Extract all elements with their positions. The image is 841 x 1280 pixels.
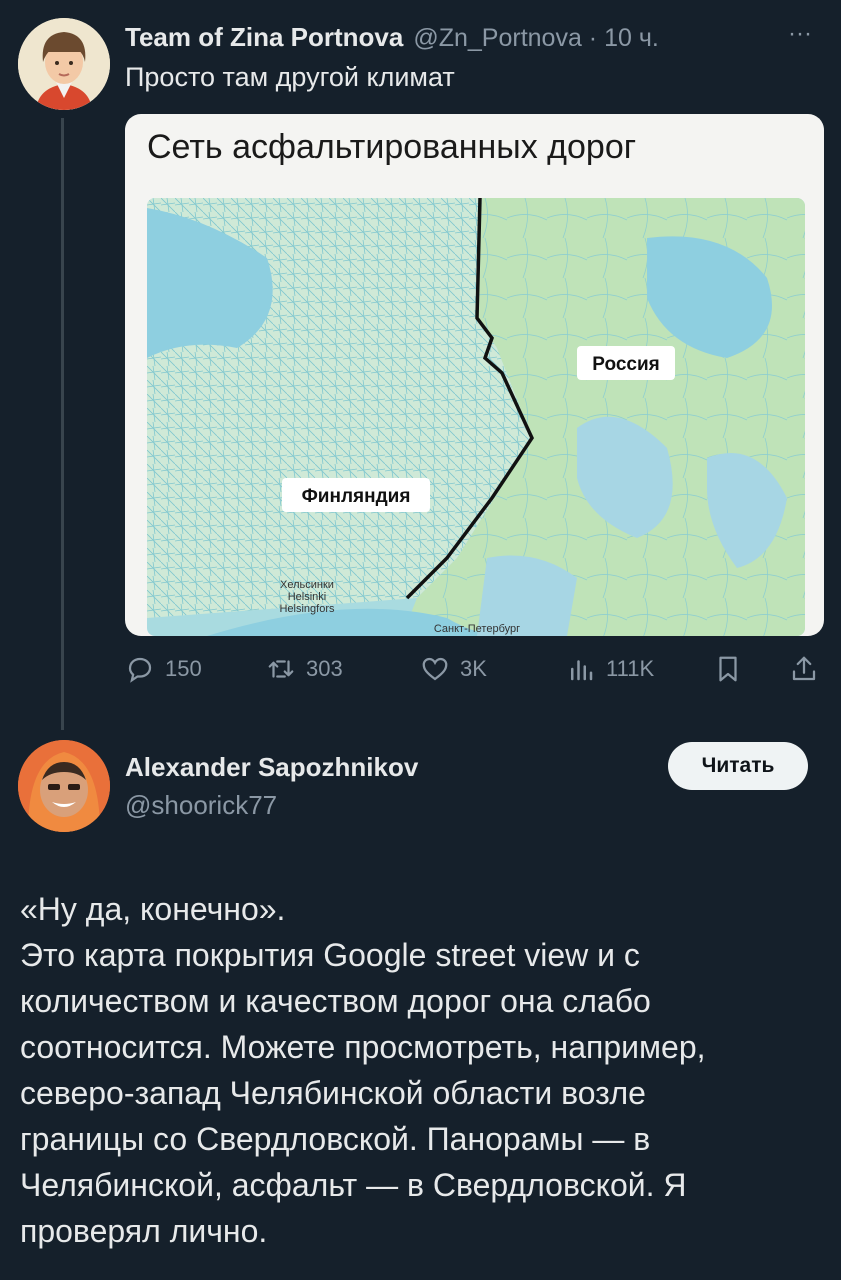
bookmark-icon bbox=[719, 656, 737, 682]
map-image: Россия Финляндия Хельсинки Helsinki Hels… bbox=[147, 198, 805, 636]
label-saint-petersburg: Санкт-Петербург bbox=[434, 623, 520, 635]
reply-line: соотносится. Можете просмотреть, наприме… bbox=[20, 1029, 706, 1065]
reply-line: Челябинской, асфальт — в Свердловской. Я bbox=[20, 1167, 687, 1203]
like-button[interactable]: 3K bbox=[420, 654, 487, 684]
tweet-text: Просто там другой климат bbox=[125, 62, 455, 92]
reply-count: 150 bbox=[165, 656, 202, 681]
label-helsinki-ru: Хельсинки bbox=[280, 579, 334, 591]
label-helsinki-sv: Helsingfors bbox=[279, 603, 335, 615]
share-icon bbox=[792, 656, 816, 681]
reply-line: границы со Свердловской. Панорамы — в bbox=[20, 1121, 651, 1157]
repost-icon bbox=[268, 660, 294, 678]
image-title: Сеть асфальтированных дорог bbox=[147, 128, 637, 166]
reply-button[interactable]: 150 bbox=[125, 654, 202, 684]
avatar-photo-image bbox=[18, 740, 110, 832]
avatar-alexander-sapozhnikov[interactable] bbox=[18, 740, 110, 832]
reply-author-name[interactable]: Alexander Sapozhnikov bbox=[125, 752, 418, 783]
label-russia: Россия bbox=[592, 354, 659, 375]
avatar-zina-portnova[interactable] bbox=[18, 18, 110, 110]
views-button[interactable]: 111K bbox=[566, 654, 654, 684]
reply-author-handle[interactable]: @shoorick77 bbox=[125, 790, 277, 821]
author-name[interactable]: Team of Zina Portnova bbox=[125, 22, 403, 53]
label-finland: Финляндия bbox=[302, 486, 411, 507]
reply-icon bbox=[128, 657, 152, 683]
repost-button[interactable]: 303 bbox=[266, 654, 343, 684]
view-count: 111K bbox=[606, 656, 655, 681]
reply-line: Это карта покрытия Google street view и … bbox=[20, 937, 640, 973]
heart-icon bbox=[422, 657, 448, 681]
repost-count: 303 bbox=[306, 656, 343, 681]
reply-line: проверял лично. bbox=[20, 1213, 268, 1249]
analytics-icon bbox=[571, 660, 593, 681]
bookmark-button[interactable] bbox=[713, 654, 743, 684]
label-helsinki-fi: Helsinki bbox=[288, 591, 327, 603]
thread-connector-line bbox=[61, 118, 64, 730]
like-count: 3K bbox=[460, 656, 487, 681]
reply-line: северо-запад Челябинской области возле bbox=[20, 1075, 646, 1111]
reply-line: «Ну да, конечно». bbox=[20, 891, 286, 927]
road-network-map: Россия Финляндия Хельсинки Helsinki Hels… bbox=[147, 198, 805, 636]
tweet-image[interactable]: Сеть асфальтированных дорог Россия Финля… bbox=[125, 114, 824, 636]
more-options-button[interactable]: ··· bbox=[788, 20, 812, 48]
follow-button[interactable]: Читать bbox=[668, 742, 808, 790]
reply-text: «Ну да, конечно». Это карта покрытия Goo… bbox=[20, 886, 820, 1254]
author-handle-and-time[interactable]: @Zn_Portnova · 10 ч. bbox=[413, 24, 658, 53]
share-button[interactable] bbox=[789, 654, 819, 684]
reply-line: количеством и качеством дорог она слабо bbox=[20, 983, 651, 1019]
avatar-portrait-image bbox=[18, 18, 110, 110]
